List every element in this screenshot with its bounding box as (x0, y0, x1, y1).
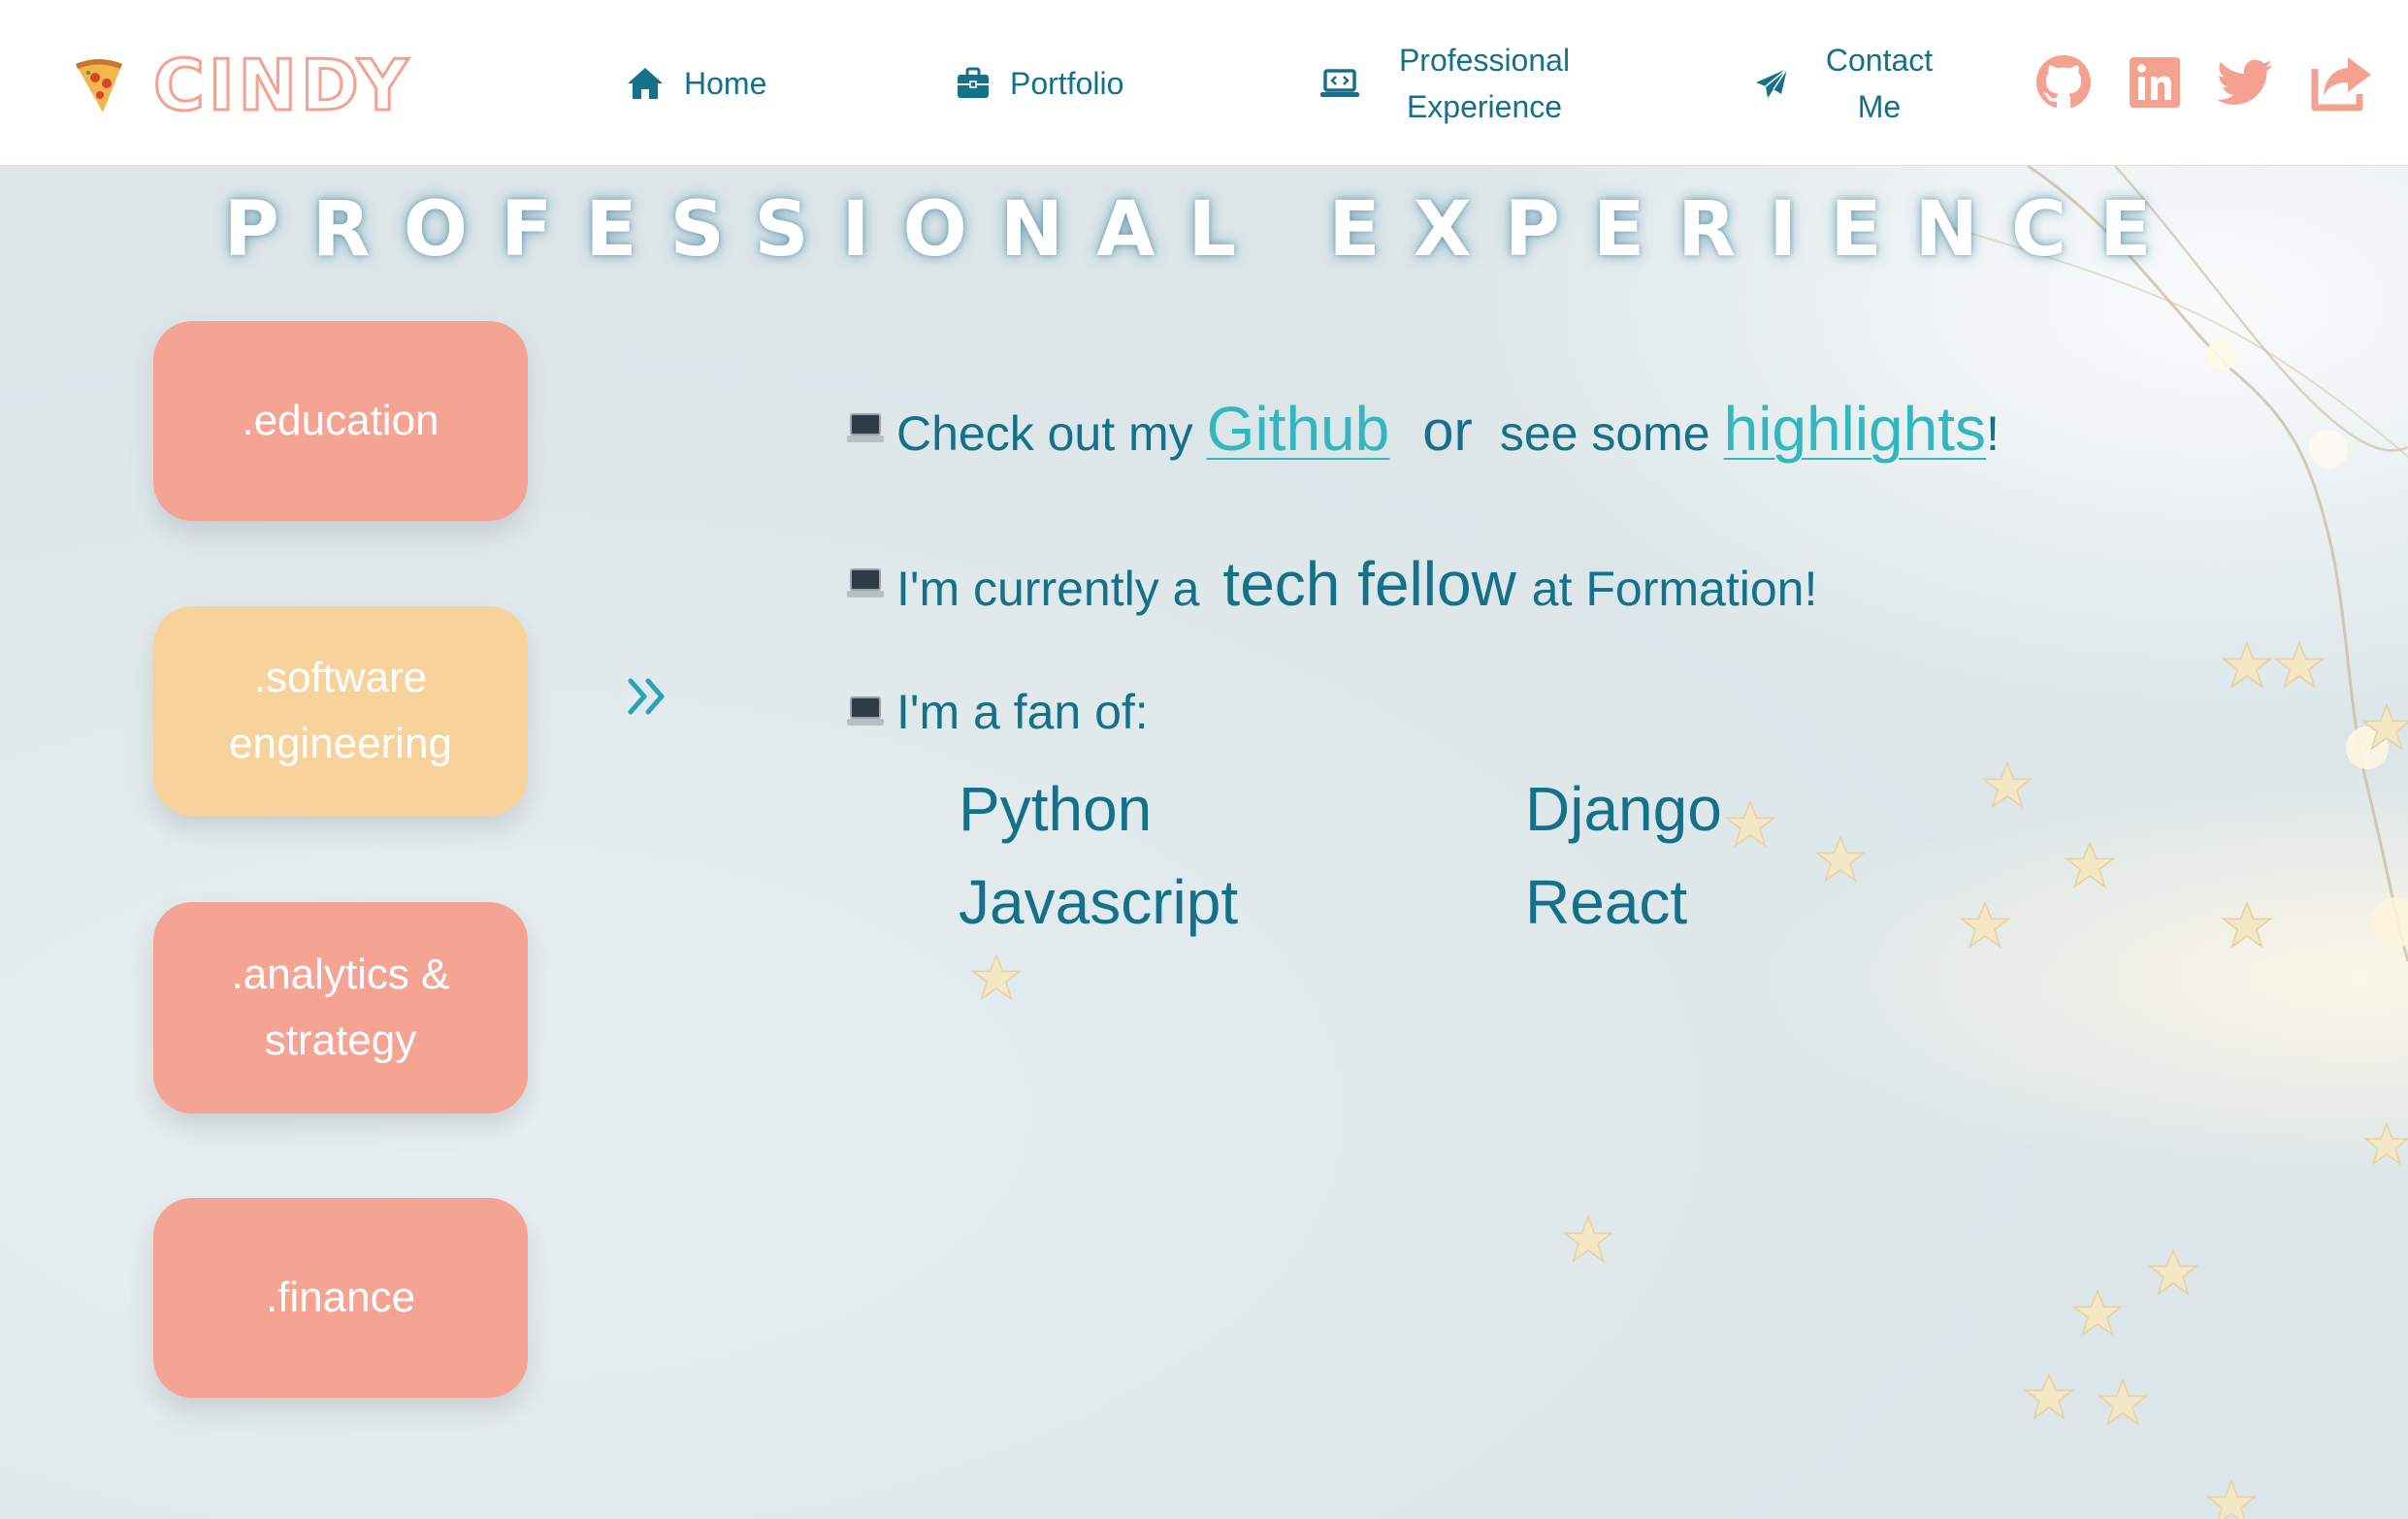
line2-suffix: at Formation! (1531, 562, 1818, 616)
category-education-label: .education (242, 397, 439, 444)
nav-contact-label-line1: Contact (1825, 43, 1934, 78)
nav-experience-label-line2: Experience (1406, 89, 1563, 124)
nav-professional-experience[interactable]: Professional Experience (1319, 37, 1581, 130)
line1-see-some: see some (1499, 406, 1710, 461)
twitter-icon[interactable] (2216, 53, 2274, 113)
line1-prefix: Check out my (896, 406, 1193, 461)
category-software-line1: .software (253, 654, 428, 701)
laptop-code-icon (1320, 69, 1359, 97)
skill-item: React (1525, 867, 1688, 937)
fan-of-line: I'm a fan of: (846, 684, 1149, 740)
skill-item: Django (1525, 774, 1722, 844)
category-software-line2: engineering (229, 720, 452, 767)
category-education-button[interactable]: .education (153, 321, 528, 521)
double-chevron-right-icon (628, 678, 665, 715)
brand-logo[interactable]: CINDY (74, 45, 412, 126)
nav-portfolio[interactable]: Portfolio (956, 60, 1123, 107)
category-software-engineering-label: .software engineering (229, 645, 452, 777)
category-finance-label: .finance (265, 1274, 416, 1321)
category-analytics-line2: strategy (264, 1017, 417, 1064)
pizza-icon (76, 59, 122, 113)
category-finance-button[interactable]: .finance (153, 1198, 528, 1398)
nav-contact-label-line2: Me (1857, 89, 1902, 124)
linkedin-icon[interactable] (2127, 53, 2185, 113)
nav-contact[interactable]: Contact Me (1754, 37, 1942, 130)
github-highlights-line: Check out my Github or see some highligh… (846, 393, 2000, 465)
nav-home[interactable]: Home (626, 60, 766, 107)
laptop-icon (847, 568, 884, 598)
brand-name: CINDY (152, 45, 412, 126)
briefcase-icon (958, 67, 989, 98)
page-title: PROFESSIONAL EXPERIENCE (223, 186, 2185, 274)
category-analytics-line1: .analytics & (231, 951, 450, 998)
home-icon (628, 68, 663, 99)
github-link[interactable]: Github (1207, 393, 1390, 465)
laptop-icon (847, 413, 884, 442)
paper-plane-icon (1756, 68, 1788, 98)
skill-item: Python (959, 774, 1153, 844)
line1-suffix: ! (1986, 406, 2000, 461)
nav-experience-label-line1: Professional (1398, 43, 1571, 78)
category-analytics-strategy-label: .analytics & strategy (232, 942, 450, 1074)
line1-or: or (1422, 400, 1473, 463)
top-navbar: CINDY Home Portfolio Professional Experi… (0, 0, 2408, 166)
fan-of-label: I'm a fan of: (896, 685, 1149, 739)
share-icon[interactable] (2309, 53, 2377, 113)
laptop-icon (847, 696, 884, 726)
github-icon[interactable] (2034, 53, 2093, 113)
highlights-link[interactable]: highlights (1724, 393, 1986, 465)
category-software-engineering-button[interactable]: .software engineering (153, 606, 528, 816)
nav-experience-label: Professional Experience (1387, 37, 1581, 130)
current-role-line: I'm currently a tech fellow at Formation… (846, 548, 1817, 620)
category-analytics-strategy-button[interactable]: .analytics & strategy (153, 902, 528, 1114)
line2-prefix: I'm currently a (896, 562, 1200, 616)
skill-item: Javascript (959, 867, 1239, 937)
nav-home-label: Home (684, 66, 767, 101)
current-role: tech fellow (1222, 549, 1516, 619)
nav-contact-label: Contact Me (1816, 37, 1942, 130)
nav-portfolio-label: Portfolio (1010, 66, 1124, 101)
